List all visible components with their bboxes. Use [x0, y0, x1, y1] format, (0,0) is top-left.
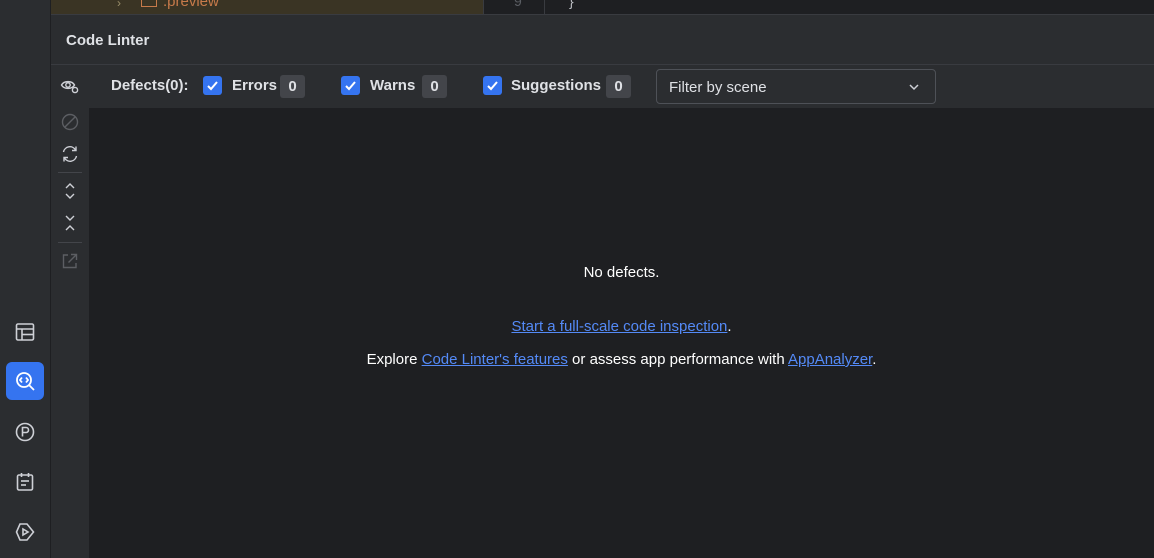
- code-linter-panel: Code Linter Defects(0): Errors 0 Warns 0…: [51, 14, 1154, 558]
- appanalyzer-link[interactable]: AppAnalyzer: [788, 351, 872, 368]
- filter-bar: Defects(0): Errors 0 Warns 0 Suggestions…: [89, 65, 1154, 108]
- code-line[interactable]: }: [569, 0, 574, 9]
- errors-count-badge: 0: [280, 75, 305, 98]
- suggestions-label[interactable]: Suggestions: [511, 77, 601, 94]
- suggestions-count-badge: 0: [606, 75, 631, 98]
- features-link[interactable]: Code Linter's features: [422, 351, 568, 368]
- sync-icon[interactable]: [59, 143, 81, 165]
- explore-middle: or assess app performance with: [567, 351, 788, 368]
- defects-content: No defects. Start a full-scale code insp…: [89, 108, 1154, 558]
- explore-line: Explore Code Linter's features or assess…: [89, 351, 1154, 368]
- warns-label[interactable]: Warns: [370, 77, 415, 94]
- inspection-suffix: .: [727, 318, 732, 335]
- toolbar-divider: [58, 242, 82, 243]
- eye-settings-icon[interactable]: [59, 75, 81, 97]
- code-linter-icon[interactable]: [6, 362, 44, 400]
- start-inspection-link[interactable]: Start a full-scale code inspection: [511, 318, 727, 335]
- folder-icon: [141, 0, 157, 7]
- activity-bar: [0, 0, 51, 558]
- tree-item-label[interactable]: .preview: [163, 0, 219, 10]
- explore-suffix: .: [872, 351, 877, 368]
- line-number: 9: [514, 0, 522, 9]
- ide-window: › .preview 9 } Code Linter Defects(0): E…: [0, 0, 1154, 558]
- p-badge-icon[interactable]: [6, 413, 44, 451]
- panel-header: Code Linter: [51, 14, 1154, 65]
- empty-state-text: No defects.: [583, 264, 660, 281]
- chevron-right-icon[interactable]: ›: [117, 0, 121, 10]
- editor-area: › .preview 9 }: [51, 0, 1154, 14]
- suggestions-checkbox[interactable]: [483, 76, 502, 95]
- layout-icon[interactable]: [6, 313, 44, 351]
- project-tree: › .preview: [51, 0, 483, 14]
- warns-count-badge: 0: [422, 75, 447, 98]
- chevron-down-icon: [909, 84, 919, 91]
- disabled-icon: [59, 111, 81, 133]
- explore-prefix: Explore: [366, 351, 422, 368]
- panel-title: Code Linter: [66, 32, 150, 49]
- run-icon[interactable]: [6, 513, 44, 551]
- linter-toolbar: [51, 65, 89, 558]
- checklist-icon[interactable]: [6, 463, 44, 501]
- expand-icon[interactable]: [59, 180, 81, 202]
- errors-label[interactable]: Errors: [232, 77, 277, 94]
- export-icon: [59, 250, 81, 272]
- editor-gutter: 9: [483, 0, 545, 14]
- toolbar-divider: [58, 172, 82, 173]
- scene-filter-value: Filter by scene: [669, 79, 767, 96]
- scene-filter-select[interactable]: Filter by scene: [656, 69, 936, 104]
- warns-checkbox[interactable]: [341, 76, 360, 95]
- defects-label: Defects(0):: [111, 77, 189, 94]
- errors-checkbox[interactable]: [203, 76, 222, 95]
- inspection-line: Start a full-scale code inspection.: [89, 318, 1154, 335]
- collapse-icon[interactable]: [59, 212, 81, 234]
